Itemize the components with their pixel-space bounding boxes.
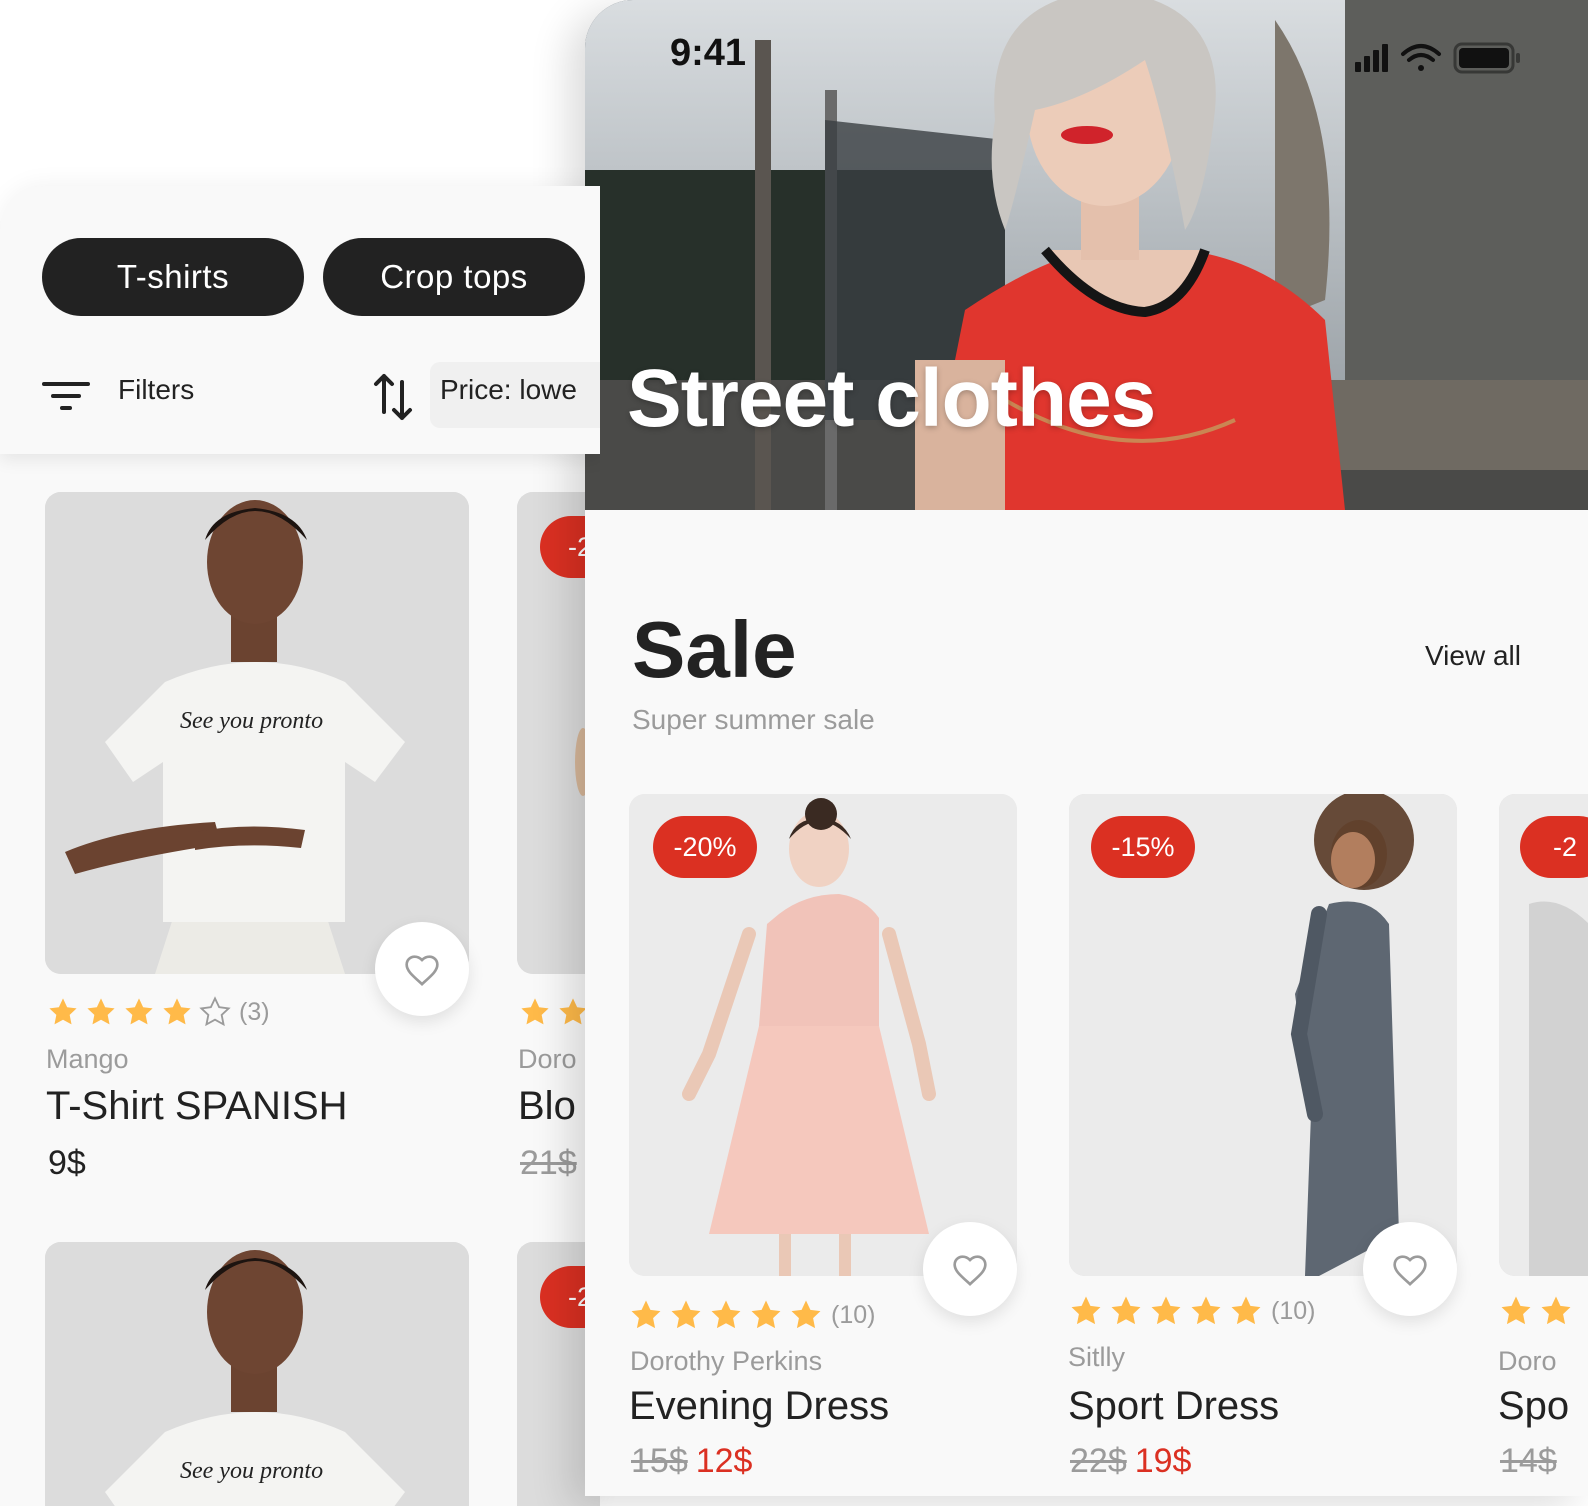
catalog-header: T-shirts Crop tops Filters Price: lowe [0,186,600,454]
star-icon [671,1300,701,1329]
favorite-button[interactable] [923,1222,1017,1316]
product-name[interactable]: Evening Dress [629,1384,889,1429]
star-icon [631,1300,661,1329]
star-icon [1151,1296,1181,1325]
svg-text:See you pronto: See you pronto [180,1458,323,1484]
discount-badge: -20% [653,816,757,878]
rating-count: (10) [831,1300,876,1329]
signal-icon [1355,44,1388,72]
section-subtitle: Super summer sale [632,704,875,735]
product-name[interactable]: T-Shirt SPANISH [46,1084,348,1129]
heart-icon [1393,1255,1427,1286]
discount-badge: -15% [1091,816,1195,878]
chip-crop-tops[interactable]: Crop tops [323,238,585,316]
star-icon [711,1300,741,1329]
status-icons [1355,42,1520,74]
hero-banner[interactable]: 9:41 Street clothes [585,0,1588,510]
catalog-screen: T-shirts Crop tops Filters Price: lowe S… [0,186,600,1506]
star-icon [791,1300,821,1329]
section-title: Sale [632,605,797,694]
product-price: 22$ 19$ [1070,1442,1191,1481]
product-name[interactable]: Sport Dress [1068,1384,1279,1429]
filter-sort-bar: Filters Price: lowe [0,362,600,428]
product-old-price: 21$ [520,1144,577,1182]
rating-stars [519,996,595,1028]
discount-badge: -2 [1520,816,1588,878]
product-price: 9$ [48,1144,86,1182]
product-name[interactable]: Blo [518,1084,576,1129]
home-screen: 9:41 Street clothes Sale Super summer sa… [585,0,1588,1496]
star-icon [87,998,115,1025]
product-brand: Dorothy Perkins [630,1346,823,1376]
product-price: 15$ 12$ [631,1442,752,1481]
old-price: 22$ [1070,1442,1127,1480]
chip-t-shirts[interactable]: T-shirts [42,238,304,316]
product-image-tshirt[interactable]: See you pronto [45,1242,469,1506]
view-all-link[interactable]: View all [1425,640,1521,672]
hero-title: Street clothes [627,353,1156,444]
star-icon [1111,1296,1141,1325]
new-price: 19$ [1134,1442,1192,1480]
product-brand: Doro [1498,1346,1557,1376]
star-icon [521,998,549,1025]
product-brand: Sitlly [1068,1342,1126,1372]
product-image-tshirt[interactable]: See you pronto [45,492,469,974]
star-icon [125,998,153,1025]
star-icon [163,998,191,1025]
wifi-icon [1401,44,1441,71]
star-icon [1071,1296,1101,1325]
favorite-button[interactable] [375,922,469,1016]
svg-text:See you pronto: See you pronto [180,708,323,734]
rating-stars: (10) [629,1298,875,1330]
star-empty-icon [200,997,230,1026]
star-icon [1191,1296,1221,1325]
heart-icon [405,955,439,986]
product-name[interactable]: Spo [1498,1384,1569,1429]
star-icon [1541,1296,1571,1325]
rating-stars: (10) [1069,1294,1315,1326]
status-time: 9:41 [670,32,747,74]
star-icon [1501,1296,1531,1325]
star-icon [49,998,77,1025]
sort-label: Price: lowe [440,374,577,405]
old-price: 15$ [631,1442,688,1480]
rating-stars: (3) [47,996,270,1028]
rating-count: (3) [239,997,270,1026]
product-brand: Doro [518,1044,577,1074]
sort-icon[interactable] [372,368,416,424]
rating-stars [1499,1294,1579,1326]
star-icon [1231,1296,1261,1325]
star-icon [751,1300,781,1329]
battery-icon [1453,42,1520,74]
heart-icon [953,1255,987,1286]
product-brand: Mango [46,1044,129,1074]
rating-count: (10) [1271,1296,1316,1325]
new-price: 12$ [695,1442,753,1480]
filter-icon [42,378,90,414]
favorite-button[interactable] [1363,1222,1457,1316]
product-old-price: 14$ [1500,1442,1557,1480]
filters-label: Filters [118,374,195,405]
